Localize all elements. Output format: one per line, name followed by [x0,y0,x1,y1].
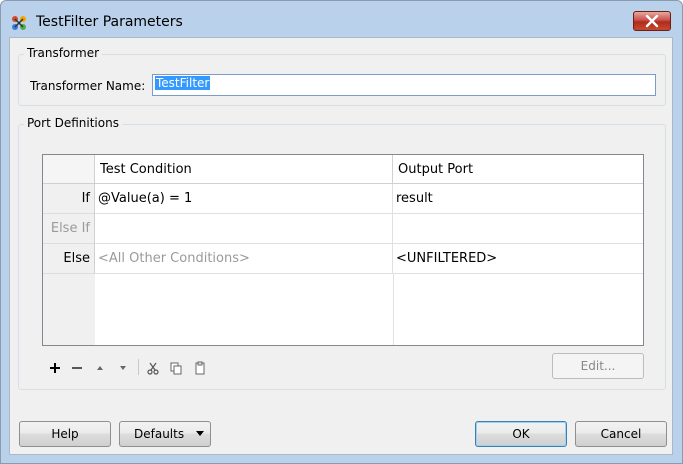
port-definitions-table: Test Condition Output Port If @Value(a) … [42,154,644,346]
row-header-else-if[interactable]: Else If [43,214,95,244]
arrow-up-icon[interactable] [92,360,108,376]
arrow-down-icon[interactable] [115,360,131,376]
scissors-icon[interactable] [145,360,161,376]
output-column-divider [393,274,394,345]
paste-icon[interactable] [192,360,208,376]
port-definitions-label: Port Definitions [24,116,122,130]
corner-header [43,155,95,184]
column-header-test-condition[interactable]: Test Condition [95,155,393,184]
dropdown-arrow-icon [196,431,204,436]
column-header-output-port[interactable]: Output Port [393,155,643,184]
row-header-else[interactable]: Else [43,244,95,274]
help-button[interactable]: Help [19,421,111,447]
dialog-body: Transformer Transformer Name: TestFilter… [9,37,673,455]
output-cell-if[interactable]: result [393,184,643,214]
plus-icon[interactable] [47,360,63,376]
transformer-name-label: Transformer Name: [30,79,146,93]
transformer-group-label: Transformer [24,46,103,60]
dialog-window: TestFilter Parameters Transformer Transf… [0,0,683,464]
minus-icon[interactable] [69,360,85,376]
condition-cell-if[interactable]: @Value(a) = 1 [95,184,393,214]
copy-icon[interactable] [168,360,184,376]
edit-button[interactable]: Edit... [552,353,644,379]
defaults-button[interactable]: Defaults [119,421,211,447]
cancel-button[interactable]: Cancel [575,421,667,447]
title-bar[interactable]: TestFilter Parameters [1,1,682,37]
condition-cell-else-if[interactable] [95,214,393,244]
window-title: TestFilter Parameters [36,14,183,30]
output-cell-else[interactable]: <UNFILTERED> [393,244,643,274]
close-icon [645,14,659,28]
ok-button[interactable]: OK [475,421,567,447]
fme-transformer-icon [12,16,26,30]
defaults-label: Defaults [134,427,185,441]
transformer-name-input[interactable]: TestFilter [152,74,656,96]
output-cell-else-if[interactable] [393,214,643,244]
close-button[interactable] [633,11,671,31]
toolbar-separator [138,359,139,375]
row-header-if[interactable]: If [43,184,95,214]
condition-cell-else[interactable]: <All Other Conditions> [95,244,393,274]
transformer-name-value: TestFilter [155,76,211,90]
